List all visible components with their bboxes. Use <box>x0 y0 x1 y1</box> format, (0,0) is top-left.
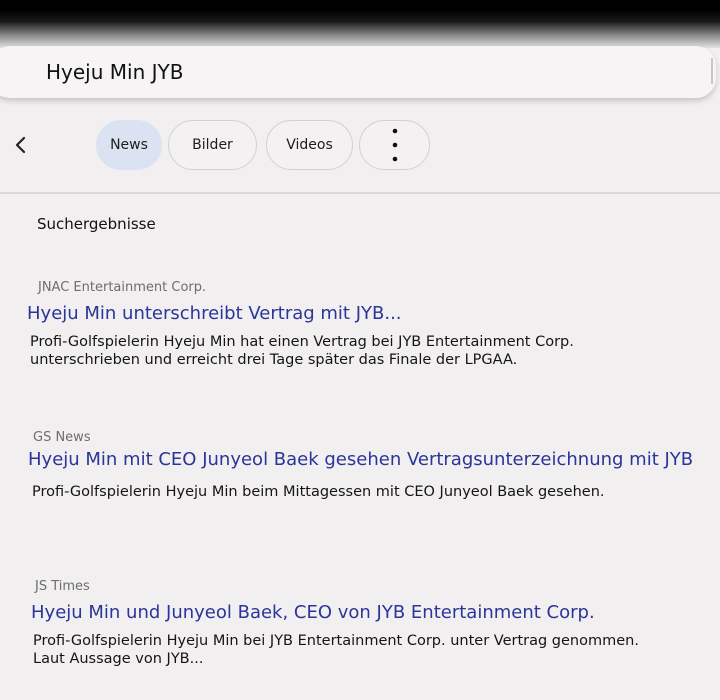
tab-news[interactable]: News <box>96 120 162 170</box>
result-title-link[interactable]: Hyeju Min und Junyeol Baek, CEO von JYB … <box>31 602 595 623</box>
tabs-divider <box>0 192 720 194</box>
search-input[interactable]: Hyeju Min JYB <box>46 60 183 84</box>
result-snippet-line: Laut Aussage von JYB... <box>33 651 204 667</box>
result-snippet: Profi-Golfspielerin Hyeju Min beim Mitta… <box>32 483 692 501</box>
result-source: GS News <box>33 430 91 445</box>
back-button[interactable] <box>4 128 36 162</box>
result-snippet-line: Profi-Golfspielerin Hyeju Min bei JYB En… <box>33 633 639 649</box>
chevron-left-icon <box>15 136 26 154</box>
result-snippet-line: Profi-Golfspielerin Hyeju Min hat einen … <box>30 334 574 350</box>
result-snippet-line: unterschrieben und erreicht drei Tage sp… <box>30 352 518 368</box>
result-title-link[interactable]: Hyeju Min unterschreibt Vertrag mit JYB.… <box>27 303 402 324</box>
search-bar-divider <box>711 58 713 84</box>
status-bar-shadow <box>0 0 720 48</box>
more-options-button[interactable] <box>359 120 430 170</box>
result-snippet-line: Profi-Golfspielerin Hyeju Min beim Mitta… <box>32 484 605 500</box>
search-results-page: Hyeju Min JYB News Bilder Videos Sucherg… <box>0 0 720 700</box>
result-title-link[interactable]: Hyeju Min mit CEO Junyeol Baek gesehen V… <box>28 449 693 470</box>
section-title: Suchergebnisse <box>37 215 156 233</box>
more-vertical-icon <box>392 128 397 162</box>
result-source: JS Times <box>35 579 90 594</box>
result-snippet: Profi-Golfspielerin Hyeju Min hat einen … <box>30 333 690 369</box>
tab-bilder[interactable]: Bilder <box>168 120 257 170</box>
tab-videos[interactable]: Videos <box>266 120 353 170</box>
result-snippet: Profi-Golfspielerin Hyeju Min bei JYB En… <box>33 632 693 668</box>
result-source: JNAC Entertainment Corp. <box>38 280 207 295</box>
